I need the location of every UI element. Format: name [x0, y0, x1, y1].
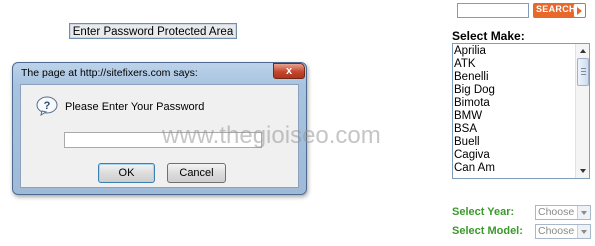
scroll-up-button[interactable] — [576, 45, 589, 57]
arrow-right-icon — [574, 4, 585, 17]
make-option[interactable]: ATK — [454, 58, 476, 71]
make-list-scrollbar[interactable] — [575, 44, 589, 178]
chevron-down-icon — [581, 211, 587, 215]
select-year-label: Select Year: — [452, 206, 515, 218]
make-option[interactable]: Buell — [454, 136, 480, 149]
chevron-down-icon — [581, 230, 587, 234]
make-option[interactable]: Cagiva — [454, 149, 490, 162]
search-input[interactable] — [457, 3, 529, 18]
question-icon: ? — [36, 96, 58, 117]
prompt-text: Please Enter Your Password — [65, 101, 205, 113]
dialog-title: The page at http://sitefixers.com says: — [21, 67, 198, 79]
year-select-value: Choose — [538, 206, 575, 218]
svg-text:?: ? — [44, 100, 51, 112]
make-option[interactable]: Big Dog — [454, 84, 495, 97]
scroll-thumb[interactable] — [577, 58, 589, 86]
search-button[interactable]: SEARCH — [533, 3, 586, 18]
watermark: www.thegioiseo.com — [162, 122, 381, 149]
make-option[interactable]: BSA — [454, 123, 477, 136]
search-button-label: SEARCH — [536, 4, 576, 14]
scroll-down-button[interactable] — [576, 165, 589, 177]
select-make-heading: Select Make: — [452, 29, 525, 43]
make-option[interactable]: Can Am — [454, 162, 495, 175]
ok-button[interactable]: OK — [98, 163, 155, 183]
year-select[interactable]: Choose — [535, 205, 591, 220]
model-select-value: Choose — [538, 225, 575, 237]
chevron-down-icon — [580, 169, 586, 173]
enter-protected-area-button[interactable]: Enter Password Protected Area — [69, 23, 237, 39]
select-model-label: Select Model: — [452, 225, 523, 237]
dialog-close-button[interactable]: x — [273, 63, 305, 79]
chevron-up-icon — [580, 49, 586, 53]
make-option[interactable]: Benelli — [454, 71, 489, 84]
year-dropdown-button[interactable] — [577, 206, 590, 219]
make-option[interactable]: Bimota — [454, 97, 490, 110]
make-listbox[interactable]: Aprilia ATK Benelli Big Dog Bimota BMW B… — [452, 43, 590, 179]
model-dropdown-button[interactable] — [577, 225, 590, 238]
make-option[interactable]: BMW — [454, 110, 482, 123]
model-select[interactable]: Choose — [535, 224, 591, 239]
make-option[interactable]: Aprilia — [454, 45, 486, 58]
cancel-button[interactable]: Cancel — [167, 163, 226, 183]
